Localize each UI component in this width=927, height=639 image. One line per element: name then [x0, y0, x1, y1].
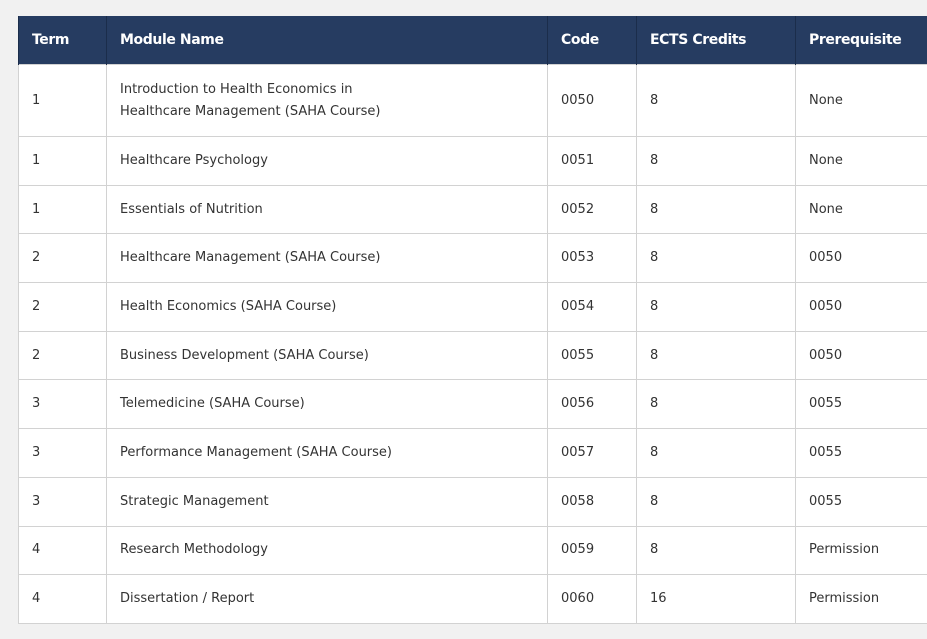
cell-code: 0054: [547, 282, 637, 332]
header-ects-credits: ECTS Credits: [636, 16, 796, 65]
cell-ects: 8: [636, 184, 796, 235]
cell-term: 3: [18, 428, 107, 478]
module-name-line: Introduction to Health Economics in: [120, 81, 353, 97]
cell-prerequisite: 0050: [795, 233, 927, 284]
module-table-container: Term Module Name Code ECTS Credits Prere…: [18, 16, 927, 624]
cell-code: 0052: [547, 184, 637, 235]
cell-ects: 8: [636, 476, 796, 527]
cell-module-name: Healthcare Psychology: [106, 136, 548, 186]
header-code: Code: [547, 16, 637, 65]
cell-module-name: Telemedicine (SAHA Course): [106, 379, 548, 430]
table-row: 3 Performance Management (SAHA Course) 0…: [18, 428, 927, 478]
cell-module-name: Dissertation / Report: [106, 574, 548, 624]
header-module-name: Module Name: [106, 16, 548, 65]
cell-prerequisite: None: [795, 64, 927, 137]
table-row: 4 Research Methodology 0059 8 Permission: [18, 525, 927, 576]
cell-prerequisite: 0050: [795, 330, 927, 381]
cell-code: 0058: [547, 476, 637, 527]
table-row: 1 Healthcare Psychology 0051 8 None: [18, 136, 927, 186]
cell-prerequisite: 0055: [795, 428, 927, 478]
cell-prerequisite: 0050: [795, 282, 927, 332]
cell-ects: 8: [636, 525, 796, 576]
cell-term: 4: [18, 525, 107, 576]
cell-code: 0057: [547, 428, 637, 478]
cell-term: 2: [18, 330, 107, 381]
cell-term: 4: [18, 574, 107, 624]
cell-ects: 8: [636, 379, 796, 430]
table-row: 4 Dissertation / Report 0060 16 Permissi…: [18, 574, 927, 624]
cell-prerequisite: Permission: [795, 525, 927, 576]
cell-code: 0055: [547, 330, 637, 381]
cell-prerequisite: None: [795, 136, 927, 186]
cell-code: 0051: [547, 136, 637, 186]
cell-term: 1: [18, 136, 107, 186]
cell-module-name: Health Economics (SAHA Course): [106, 282, 548, 332]
cell-code: 0050: [547, 64, 637, 137]
table-row: 2 Health Economics (SAHA Course) 0054 8 …: [18, 282, 927, 332]
cell-module-name: Research Methodology: [106, 525, 548, 576]
cell-prerequisite: None: [795, 184, 927, 235]
cell-prerequisite: 0055: [795, 379, 927, 430]
cell-ects: 16: [636, 574, 796, 624]
cell-ects: 8: [636, 330, 796, 381]
header-term: Term: [18, 16, 107, 65]
cell-prerequisite: Permission: [795, 574, 927, 624]
module-table: Term Module Name Code ECTS Credits Prere…: [18, 16, 927, 624]
cell-term: 1: [18, 184, 107, 235]
cell-module-name: Business Development (SAHA Course): [106, 330, 548, 381]
cell-code: 0056: [547, 379, 637, 430]
cell-term: 3: [18, 379, 107, 430]
cell-module-name: Strategic Management: [106, 476, 548, 527]
cell-code: 0053: [547, 233, 637, 284]
cell-module-name: Healthcare Management (SAHA Course): [106, 233, 548, 284]
table-row: 3 Telemedicine (SAHA Course) 0056 8 0055: [18, 379, 927, 430]
cell-code: 0059: [547, 525, 637, 576]
cell-module-name: Introduction to Health Economics in Heal…: [106, 64, 548, 137]
table-row: 1 Introduction to Health Economics in He…: [18, 64, 927, 137]
table-row: 1 Essentials of Nutrition 0052 8 None: [18, 184, 927, 235]
cell-ects: 8: [636, 428, 796, 478]
cell-term: 3: [18, 476, 107, 527]
table-body: 1 Introduction to Health Economics in He…: [18, 64, 927, 624]
cell-code: 0060: [547, 574, 637, 624]
cell-ects: 8: [636, 136, 796, 186]
table-row: 3 Strategic Management 0058 8 0055: [18, 476, 927, 527]
cell-module-name: Essentials of Nutrition: [106, 184, 548, 235]
table-row: 2 Business Development (SAHA Course) 005…: [18, 330, 927, 381]
cell-ects: 8: [636, 233, 796, 284]
table-row: 2 Healthcare Management (SAHA Course) 00…: [18, 233, 927, 284]
module-name-line: Healthcare Management (SAHA Course): [120, 103, 381, 119]
cell-term: 2: [18, 282, 107, 332]
cell-ects: 8: [636, 64, 796, 137]
cell-prerequisite: 0055: [795, 476, 927, 527]
table-header: Term Module Name Code ECTS Credits Prere…: [18, 16, 927, 65]
header-prerequisite: Prerequisite: [795, 16, 927, 65]
cell-module-name: Performance Management (SAHA Course): [106, 428, 548, 478]
cell-ects: 8: [636, 282, 796, 332]
cell-term: 2: [18, 233, 107, 284]
cell-term: 1: [18, 64, 107, 137]
